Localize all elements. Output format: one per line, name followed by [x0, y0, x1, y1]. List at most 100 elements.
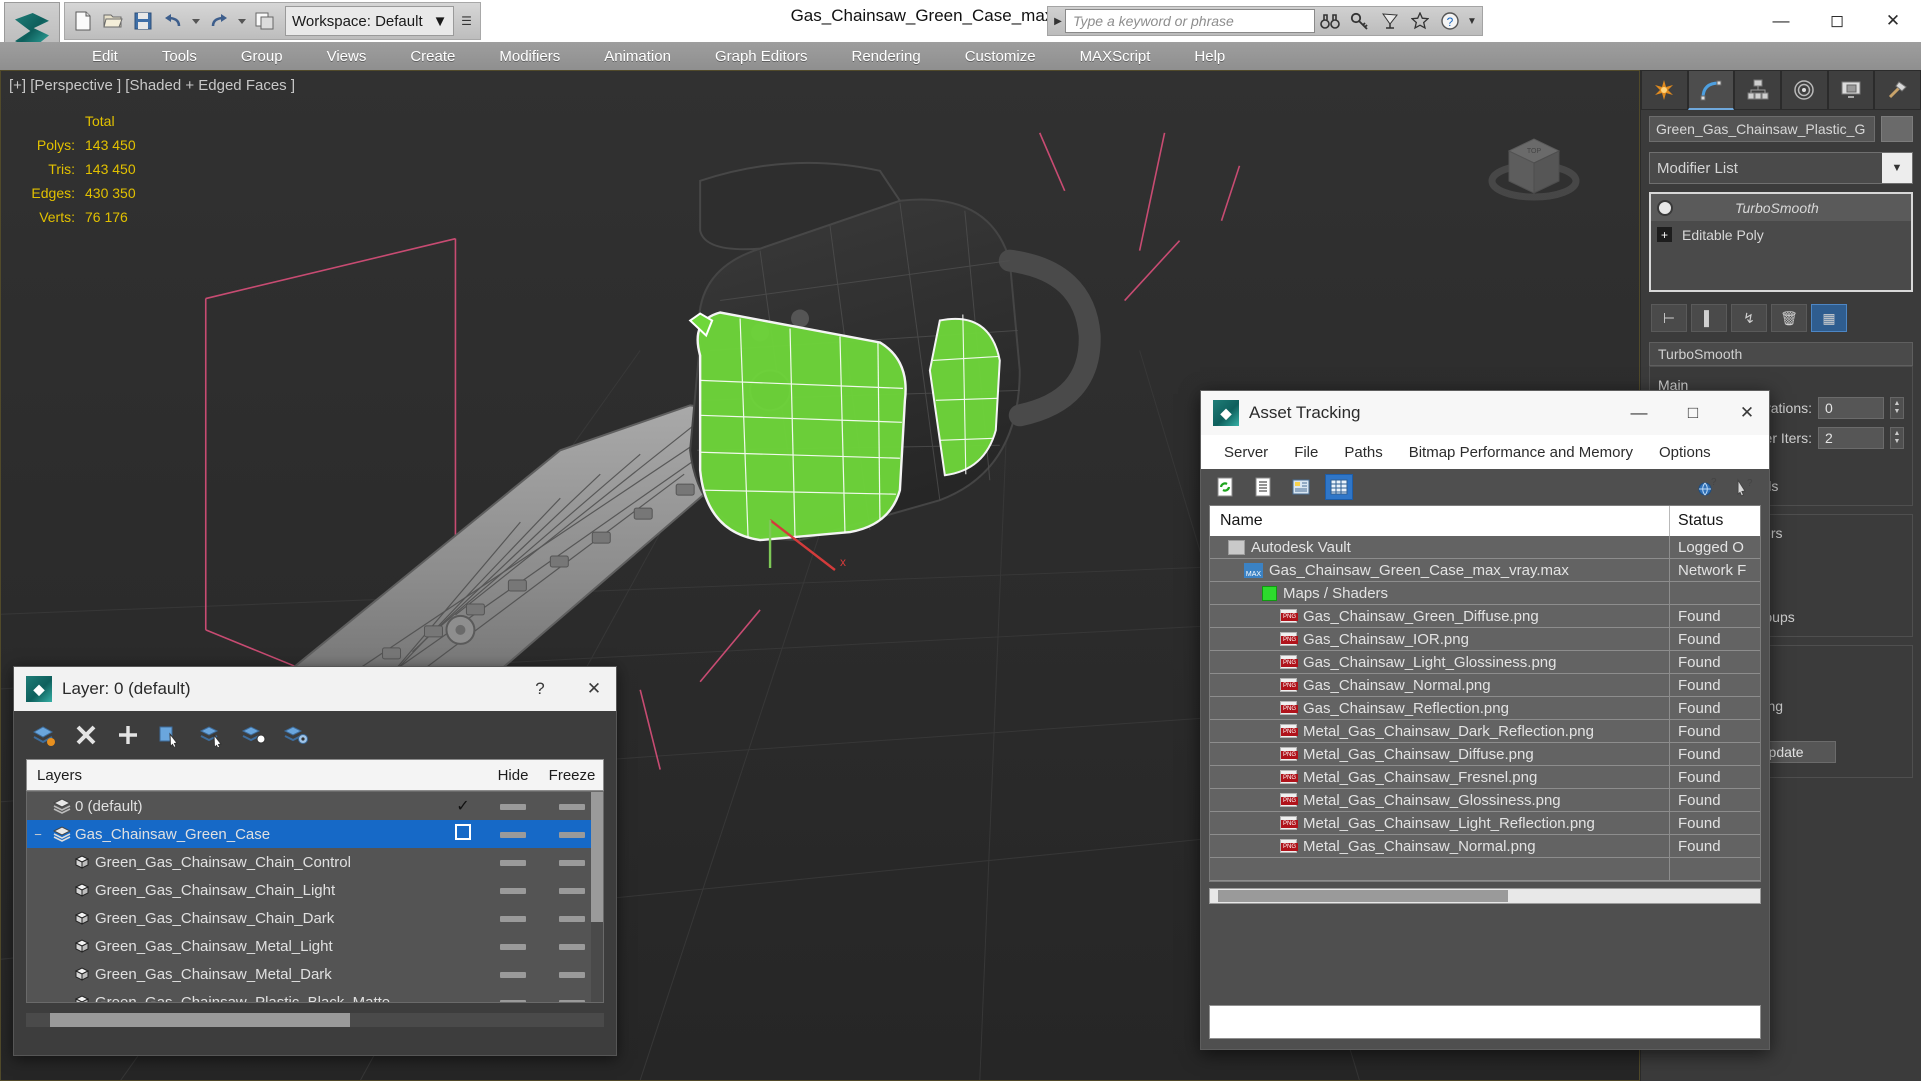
iterations-spinner[interactable]: ▲ ▼	[1890, 397, 1904, 419]
asset-table-hscroll-thumb[interactable]	[1218, 890, 1508, 902]
menu-edit[interactable]: Edit	[70, 48, 140, 65]
asset-row-texture[interactable]: Gas_Chainsaw_Reflection.png Found	[1210, 696, 1760, 720]
search-input[interactable]: Type a keyword or phrase	[1065, 9, 1315, 33]
help-icon[interactable]: ?	[1435, 7, 1465, 35]
asset-menu-bitmap-performance[interactable]: Bitmap Performance and Memory	[1396, 444, 1646, 461]
stack-item-editable-poly[interactable]: + Editable Poly	[1651, 221, 1911, 248]
search-expand-arrow[interactable]: ▶	[1051, 8, 1065, 34]
save-file-button[interactable]	[129, 6, 157, 36]
layer-properties-icon[interactable]	[282, 721, 310, 749]
asset-row-texture[interactable]: Metal_Gas_Chainsaw_Dark_Reflection.png F…	[1210, 719, 1760, 743]
undo-button[interactable]	[159, 6, 187, 36]
asset-maximize-button[interactable]: □	[1671, 391, 1715, 435]
menu-create[interactable]: Create	[388, 48, 477, 65]
menu-group[interactable]: Group	[219, 48, 305, 65]
new-layer-icon[interactable]	[114, 721, 142, 749]
asset-row-maxfile[interactable]: MAX Gas_Chainsaw_Green_Case_max_vray.max…	[1210, 558, 1760, 582]
maximize-window-button[interactable]: ◻	[1809, 0, 1865, 42]
help-dropdown-arrow[interactable]: ▼	[1465, 8, 1479, 34]
grid-view-icon[interactable]	[1325, 474, 1353, 500]
stack-item-turbosmooth[interactable]: TurboSmooth	[1651, 194, 1911, 221]
layer-row-7[interactable]: Green_Gas_Chainsaw_Plastic_Black_Matte	[27, 988, 603, 1002]
delete-layer-icon[interactable]	[72, 721, 100, 749]
asset-row-texture[interactable]: Gas_Chainsaw_Light_Glossiness.png Found	[1210, 650, 1760, 674]
undo-dropdown-arrow[interactable]	[192, 18, 200, 24]
asset-menu-file[interactable]: File	[1281, 444, 1331, 461]
favorites-star-icon[interactable]	[1405, 7, 1435, 35]
asset-row-texture[interactable]: Gas_Chainsaw_Normal.png Found	[1210, 673, 1760, 697]
asset-row-texture[interactable]: Metal_Gas_Chainsaw_Fresnel.png Found	[1210, 765, 1760, 789]
asset-menu-server[interactable]: Server	[1211, 444, 1281, 461]
make-unique-icon[interactable]: ↯	[1731, 304, 1767, 332]
asset-column-status[interactable]: Status	[1670, 512, 1760, 530]
object-color-swatch[interactable]	[1881, 116, 1913, 142]
menu-customize[interactable]: Customize	[943, 48, 1058, 65]
new-file-button[interactable]	[69, 6, 97, 36]
refresh-icon[interactable]	[1211, 474, 1239, 500]
render-iters-field[interactable]: 2	[1818, 427, 1884, 449]
layer-row-0[interactable]: 0 (default) ✓	[27, 792, 603, 820]
layer-list-vscroll-thumb[interactable]	[591, 792, 603, 922]
list-view-icon[interactable]	[1249, 474, 1277, 500]
cursor-help-icon[interactable]: ?	[1731, 474, 1759, 500]
layer-list-hscroll-thumb[interactable]	[50, 1013, 350, 1027]
asset-table-hscrollbar[interactable]	[1209, 888, 1761, 904]
workspace-menu-button[interactable]: ☰	[456, 6, 476, 36]
asset-row-vault[interactable]: Autodesk Vault Logged O	[1210, 535, 1760, 559]
lightbulb-icon[interactable]	[1657, 199, 1673, 216]
layer-list[interactable]: 0 (default) ✓ − Gas_Chainsaw_Green_Case	[26, 791, 604, 1003]
expand-plus-icon[interactable]: +	[1657, 227, 1672, 242]
pin-stack-icon[interactable]: ⊢	[1651, 304, 1687, 332]
asset-row-texture[interactable]: Metal_Gas_Chainsaw_Light_Reflection.png …	[1210, 811, 1760, 835]
open-file-button[interactable]	[99, 6, 127, 36]
menu-tools[interactable]: Tools	[140, 48, 219, 65]
configure-modifier-sets-icon[interactable]: ▦	[1811, 304, 1847, 332]
show-end-result-icon[interactable]: ▌	[1691, 304, 1727, 332]
asset-column-name[interactable]: Name	[1210, 506, 1670, 536]
key-icon[interactable]	[1345, 7, 1375, 35]
remove-modifier-icon[interactable]: 🗑	[1771, 304, 1807, 332]
asset-row-texture[interactable]: Metal_Gas_Chainsaw_Normal.png Found	[1210, 834, 1760, 858]
asset-menu-options[interactable]: Options	[1646, 444, 1724, 461]
menu-views[interactable]: Views	[305, 48, 389, 65]
asset-row-texture[interactable]: Gas_Chainsaw_IOR.png Found	[1210, 627, 1760, 651]
project-folder-button[interactable]	[251, 6, 279, 36]
layer-dialog-close-button[interactable]: ✕	[572, 667, 616, 711]
layer-row-3[interactable]: Green_Gas_Chainsaw_Chain_Light	[27, 876, 603, 904]
close-window-button[interactable]: ✕	[1865, 0, 1921, 42]
menu-help[interactable]: Help	[1172, 48, 1247, 65]
asset-row-texture[interactable]: Gas_Chainsaw_Green_Diffuse.png Found	[1210, 604, 1760, 628]
menu-modifiers[interactable]: Modifiers	[477, 48, 582, 65]
layer-list-hscrollbar[interactable]	[26, 1013, 604, 1027]
display-tab[interactable]	[1827, 70, 1875, 110]
details-view-icon[interactable]	[1287, 474, 1315, 500]
layer-list-vscrollbar[interactable]	[591, 792, 603, 1002]
asset-row-texture[interactable]: Metal_Gas_Chainsaw_Glossiness.png Found	[1210, 788, 1760, 812]
add-selection-to-layer-icon[interactable]	[156, 721, 184, 749]
viewcube[interactable]: TOP	[1479, 109, 1589, 219]
highlight-selected-objects-icon[interactable]	[240, 721, 268, 749]
chevron-down-icon[interactable]: ▼	[1882, 153, 1912, 183]
hierarchy-tab[interactable]	[1734, 70, 1782, 110]
asset-row-maps-shaders[interactable]: Maps / Shaders	[1210, 581, 1760, 605]
layer-row-6[interactable]: Green_Gas_Chainsaw_Metal_Dark	[27, 960, 603, 988]
iterations-field[interactable]: 0	[1818, 397, 1884, 419]
asset-menu-paths[interactable]: Paths	[1331, 444, 1395, 461]
menu-rendering[interactable]: Rendering	[829, 48, 942, 65]
globe-help-icon[interactable]: ?	[1693, 474, 1721, 500]
layer-row-5[interactable]: Green_Gas_Chainsaw_Metal_Light	[27, 932, 603, 960]
menu-animation[interactable]: Animation	[582, 48, 693, 65]
menu-maxscript[interactable]: MAXScript	[1058, 48, 1173, 65]
current-layer-check[interactable]: ✓	[441, 796, 485, 816]
set-current-layer-icon[interactable]	[30, 721, 58, 749]
satellite-dish-icon[interactable]	[1375, 7, 1405, 35]
layer-dialog-help-button[interactable]: ?	[518, 667, 562, 711]
redo-dropdown-arrow[interactable]	[238, 18, 246, 24]
motion-tab[interactable]	[1781, 70, 1828, 110]
modify-tab[interactable]	[1687, 70, 1735, 110]
layer-row-2[interactable]: Green_Gas_Chainsaw_Chain_Control	[27, 848, 603, 876]
object-name-field[interactable]: Green_Gas_Chainsaw_Plastic_G	[1649, 116, 1875, 142]
asset-row-texture[interactable]: Metal_Gas_Chainsaw_Diffuse.png Found	[1210, 742, 1760, 766]
minimize-window-button[interactable]: —	[1753, 0, 1809, 42]
select-objects-in-layer-icon[interactable]	[198, 721, 226, 749]
